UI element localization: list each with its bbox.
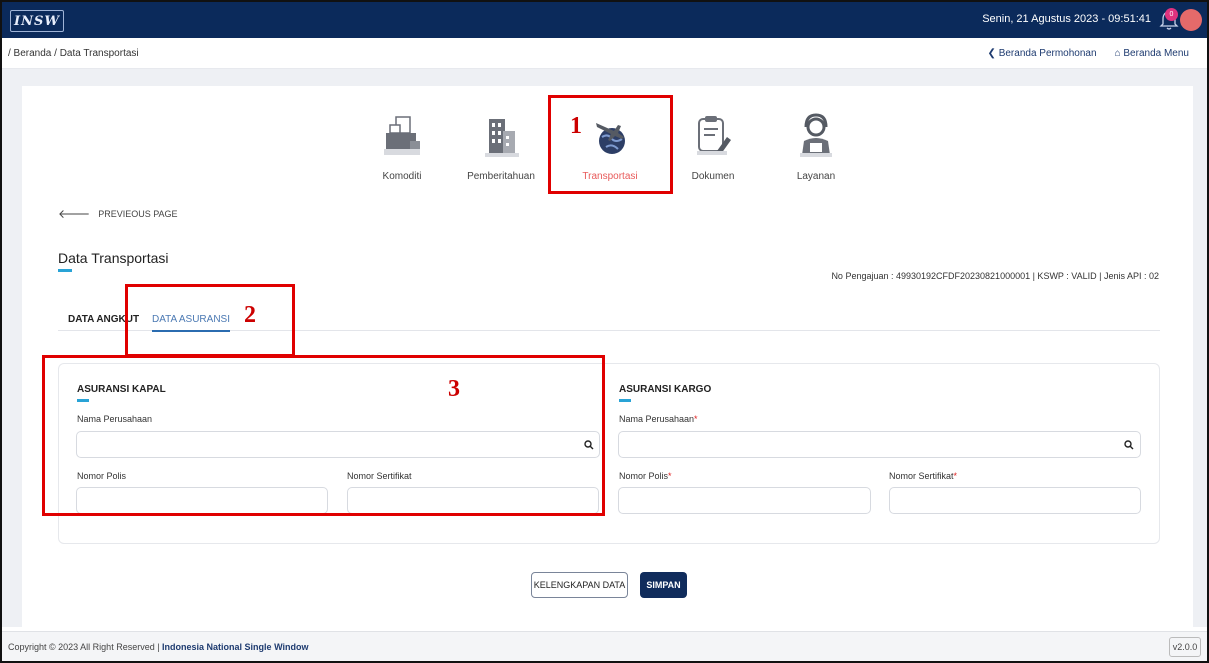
submission-info: No Pengajuan : 49930192CFDF2023082100000…	[831, 271, 1159, 281]
kargo-nomor-polis-input[interactable]	[618, 487, 871, 514]
previous-page-link[interactable]: 🡐 PREVIEOUS PAGE	[58, 206, 178, 221]
step-komoditi[interactable]: Komoditi	[357, 111, 447, 182]
notification-badge: 0	[1165, 8, 1178, 21]
version-badge: v2.0.0	[1169, 637, 1201, 657]
step-label: Layanan	[796, 171, 836, 182]
document-edit-icon	[697, 116, 731, 155]
step-label: Dokumen	[691, 171, 735, 182]
step-layanan[interactable]: Layanan	[771, 111, 861, 182]
building-icon	[485, 119, 519, 157]
beranda-permohonan-link[interactable]: ❮ Beranda Permohonan	[988, 48, 1097, 59]
annotation-number-1: 1	[570, 113, 582, 139]
insw-logo[interactable]: INSW	[10, 10, 64, 32]
agent-icon	[800, 113, 832, 157]
home-icon: ⌂	[1114, 48, 1121, 59]
required-mark: *	[668, 471, 672, 481]
page-title: Data Transportasi	[58, 250, 169, 266]
top-navbar: INSW Senin, 21 Agustus 2023 - 09:51:41 0	[2, 2, 1207, 38]
user-avatar[interactable]	[1180, 9, 1202, 31]
beranda-menu-link[interactable]: ⌂ Beranda Menu	[1115, 48, 1189, 59]
step-label: Komoditi	[382, 171, 422, 182]
boxes-icon	[384, 116, 420, 155]
breadcrumb-bar: / Beranda / Data Transportasi ❮ Beranda …	[2, 38, 1207, 69]
annotation-number-2: 2	[244, 302, 256, 328]
required-mark: *	[694, 414, 698, 424]
footer: Copyright © 2023 All Right Reserved | In…	[2, 631, 1207, 661]
search-icon[interactable]	[1124, 440, 1134, 450]
kargo-nomor-sertifikat-input[interactable]	[889, 487, 1141, 514]
step-pemberitahuan[interactable]: Pemberitahuan	[456, 111, 546, 182]
copyright-text: Copyright © 2023 All Right Reserved | In…	[8, 642, 309, 652]
asuransi-kargo-title: ASURANSI KARGO	[619, 384, 712, 395]
datetime-display: Senin, 21 Agustus 2023 - 09:51:41	[982, 13, 1151, 25]
required-mark: *	[953, 471, 958, 481]
kelengkapan-data-button[interactable]: KELENGKAPAN DATA	[531, 572, 628, 598]
section-underline	[619, 399, 631, 402]
step-label: Pemberitahuan	[467, 171, 535, 182]
chevron-left-icon: ❮	[987, 48, 996, 59]
kargo-sertifikat-label: Nomor Sertifikat*	[889, 471, 958, 481]
quick-links: ❮ Beranda Permohonan ⌂ Beranda Menu	[988, 48, 1189, 59]
kargo-polis-label: Nomor Polis*	[619, 471, 672, 481]
step-dokumen[interactable]: Dokumen	[668, 111, 758, 182]
annotation-box-2	[125, 284, 295, 357]
kargo-nama-perusahaan-input[interactable]	[618, 431, 1141, 458]
title-underline	[58, 269, 72, 272]
brand-name: Indonesia National Single Window	[162, 642, 309, 652]
breadcrumb: / Beranda / Data Transportasi	[8, 48, 139, 59]
simpan-button[interactable]: SIMPAN	[640, 572, 687, 598]
kargo-nama-label: Nama Perusahaan*	[619, 414, 698, 424]
annotation-box-1	[548, 95, 673, 194]
arrow-left-icon: 🡐	[58, 207, 91, 221]
annotation-box-3	[42, 355, 605, 516]
annotation-number-3: 3	[448, 376, 460, 402]
